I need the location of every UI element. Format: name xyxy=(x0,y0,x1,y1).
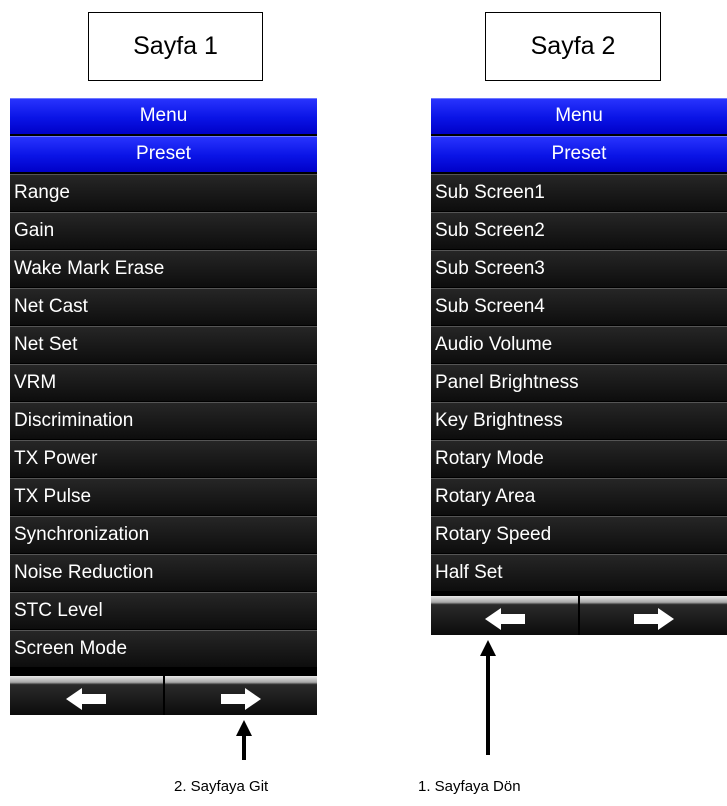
arrow-up-icon xyxy=(480,640,496,755)
prev-page-button[interactable] xyxy=(10,676,163,715)
menu-item[interactable]: VRM xyxy=(10,364,317,401)
menu-item[interactable]: Rotary Speed xyxy=(431,516,727,553)
menu-item[interactable]: Noise Reduction xyxy=(10,554,317,591)
menu-item[interactable]: Audio Volume xyxy=(431,326,727,363)
back-to-page1-label: 1. Sayfaya Dön xyxy=(418,778,521,795)
nav-bar xyxy=(10,676,317,715)
page1-title: Sayfa 1 xyxy=(133,32,218,60)
preset-header[interactable]: Preset xyxy=(431,136,727,172)
menu-header: Menu xyxy=(10,98,317,134)
menu-panel-page2: Menu Preset Sub Screen1 Sub Screen2 Sub Sc… xyxy=(431,98,727,635)
menu-item[interactable]: Net Set xyxy=(10,326,317,363)
menu-item[interactable]: Sub Screen1 xyxy=(431,174,727,211)
preset-header[interactable]: Preset xyxy=(10,136,317,172)
go-to-page2-label: 2. Sayfaya Git xyxy=(174,778,269,795)
menu-item[interactable]: Sub Screen2 xyxy=(431,212,727,249)
arrow-left-icon xyxy=(484,607,525,630)
menu-item[interactable]: Rotary Mode xyxy=(431,440,727,477)
menu-item[interactable]: Rotary Area xyxy=(431,478,727,515)
next-page-button[interactable] xyxy=(578,596,727,635)
menu-item[interactable]: STC Level xyxy=(10,592,317,629)
menu-item[interactable]: Half Set xyxy=(431,554,727,591)
menu-panel-page1: Menu Preset Range Gain Wake Mark Erase Net … xyxy=(10,98,317,715)
prev-page-button[interactable] xyxy=(431,596,578,635)
menu-item[interactable]: Synchronization xyxy=(10,516,317,553)
menu-item[interactable]: Screen Mode xyxy=(10,630,317,667)
menu-item[interactable]: TX Power xyxy=(10,440,317,477)
arrow-up-icon xyxy=(236,720,252,760)
next-page-button[interactable] xyxy=(162,676,317,715)
menu-item[interactable]: Sub Screen4 xyxy=(431,288,727,325)
menu-item[interactable]: Net Cast xyxy=(10,288,317,325)
menu-item[interactable]: Wake Mark Erase xyxy=(10,250,317,287)
menu-item[interactable]: Discrimination xyxy=(10,402,317,439)
menu-header: Menu xyxy=(431,98,727,134)
menu-item[interactable]: Panel Brightness xyxy=(431,364,727,401)
page2-title: Sayfa 2 xyxy=(530,32,616,60)
menu-item[interactable]: Sub Screen3 xyxy=(431,250,727,287)
menu-item[interactable]: TX Pulse xyxy=(10,478,317,515)
arrow-right-icon xyxy=(220,687,261,710)
page2-title-box: Sayfa 2 xyxy=(485,12,661,81)
page1-title-box: Sayfa 1 xyxy=(88,12,263,81)
menu-item[interactable]: Range xyxy=(10,174,317,211)
menu-item[interactable]: Gain xyxy=(10,212,317,249)
arrow-left-icon xyxy=(66,687,107,710)
arrow-right-icon xyxy=(633,607,674,630)
menu-item[interactable]: Key Brightness xyxy=(431,402,727,439)
nav-bar xyxy=(431,596,727,635)
